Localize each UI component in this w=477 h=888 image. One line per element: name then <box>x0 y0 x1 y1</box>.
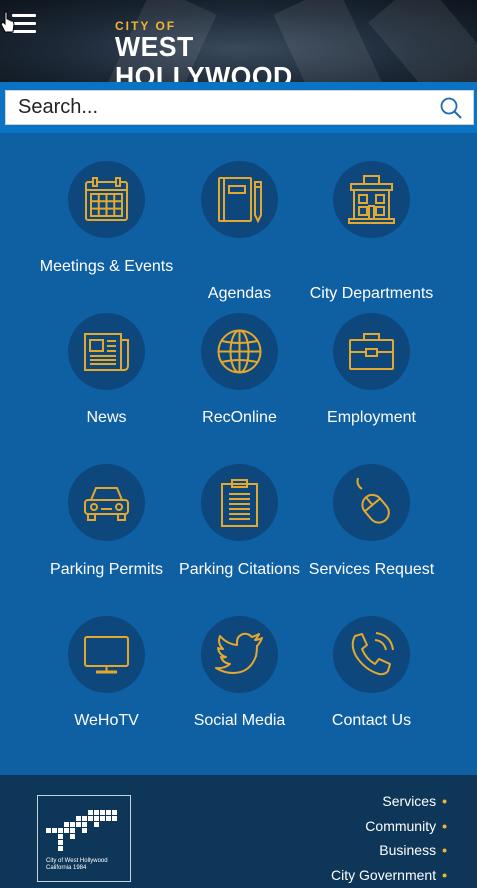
tile-label: Agendas <box>207 285 272 302</box>
city-map-graphic <box>46 810 117 851</box>
search-box <box>5 90 474 125</box>
logo-west-hollywood: WEST HOLLYWOOD <box>115 31 293 83</box>
footer-link-business[interactable]: Business • <box>331 842 447 867</box>
bullet-icon: • <box>442 793 447 809</box>
mouse-icon <box>333 464 410 541</box>
tile-city-departments[interactable]: City Departments <box>305 161 438 311</box>
tile-label: Parking Citations <box>179 561 300 578</box>
search-bar <box>0 82 477 133</box>
bullet-icon: • <box>442 817 447 834</box>
globe-icon <box>201 313 278 390</box>
newspaper-icon <box>68 313 145 390</box>
tile-meetings-events[interactable]: Meetings & Events <box>40 161 173 311</box>
hand-cursor-icon <box>0 11 15 33</box>
tile-social-media[interactable]: Social Media <box>173 616 306 766</box>
spotlight-beam <box>368 0 477 82</box>
tile-parking-permits[interactable]: Parking Permits <box>40 464 173 614</box>
tile-label: Services Request <box>308 561 435 578</box>
tile-employment[interactable]: Employment <box>305 313 438 463</box>
tile-label: Meetings & Events <box>39 258 174 275</box>
footer-link-services[interactable]: Services • <box>331 793 447 818</box>
quick-links-grid: Meetings & Events Agendas City Departmen… <box>0 133 477 775</box>
tile-label: Social Media <box>193 712 286 729</box>
search-input[interactable] <box>6 91 426 124</box>
tile-label: Contact Us <box>331 712 412 729</box>
briefcase-icon <box>333 313 410 390</box>
phone-icon <box>333 616 410 693</box>
bullet-icon: • <box>442 842 447 858</box>
calendar-icon <box>68 161 145 238</box>
tile-label: Employment <box>327 409 416 426</box>
tile-agendas[interactable]: Agendas <box>173 161 306 311</box>
tile-label: Parking Permits <box>50 561 163 578</box>
site-footer: City of West Hollywood California 1984 S… <box>0 775 477 888</box>
clipboard-icon <box>201 464 278 541</box>
tv-icon <box>68 616 145 693</box>
building-icon <box>333 161 410 238</box>
tile-news[interactable]: News <box>40 313 173 463</box>
tile-label: WeHoTV <box>74 712 139 729</box>
footer-links: Services • Community • Business • City Gove… <box>331 793 447 888</box>
tile-wehotv[interactable]: WeHoTV <box>40 616 173 766</box>
seal-caption: City of West Hollywood California 1984 <box>46 858 126 872</box>
bullet-icon: • <box>442 866 447 883</box>
tile-parking-citations[interactable]: Parking Citations <box>173 464 306 614</box>
tile-label: City Departments <box>309 285 434 302</box>
seal-line-2: California 1984 <box>46 865 87 871</box>
search-icon[interactable] <box>439 96 463 120</box>
city-seal-logo[interactable]: City of West Hollywood California 1984 <box>37 795 131 882</box>
tile-reconline[interactable]: RecOnline <box>173 313 306 463</box>
car-icon <box>68 464 145 541</box>
twitter-bird-icon <box>201 616 278 693</box>
notebook-pen-icon <box>201 161 278 238</box>
app-header: CITY OF WEST HOLLYWOOD <box>0 0 477 82</box>
seal-line-1: City of West Hollywood <box>46 858 108 864</box>
footer-link-community[interactable]: Community • <box>331 818 447 843</box>
city-logo[interactable]: CITY OF WEST HOLLYWOOD <box>115 20 375 82</box>
tile-contact-us[interactable]: Contact Us <box>305 616 438 766</box>
tile-label: RecOnline <box>202 409 277 426</box>
tile-label: News <box>86 409 127 426</box>
tile-services-request[interactable]: Services Request <box>305 464 438 614</box>
footer-link-city-government[interactable]: City Government • <box>331 867 447 888</box>
